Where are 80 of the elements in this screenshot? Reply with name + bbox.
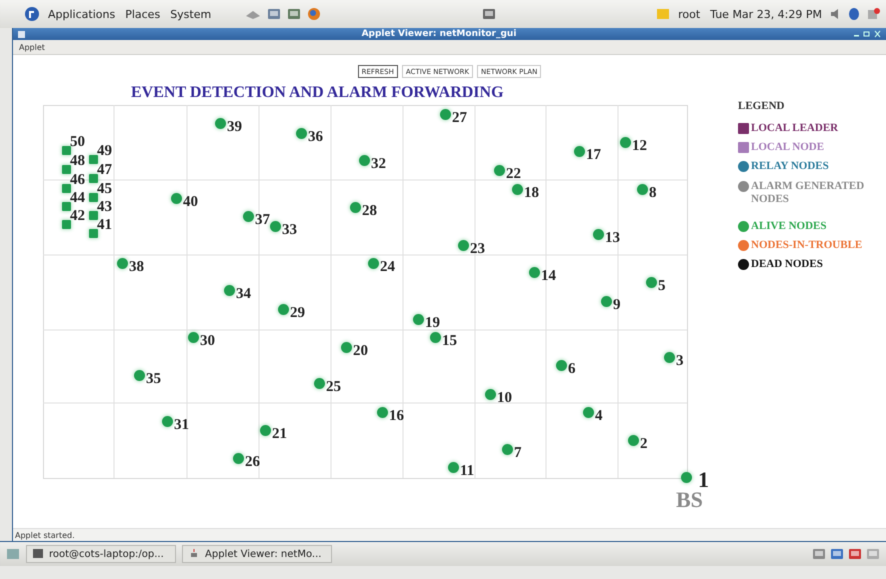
- workspace-icon[interactable]: [830, 547, 844, 561]
- node-label: 42: [70, 209, 85, 224]
- node-label: 41: [97, 218, 112, 233]
- node-label: 20: [353, 344, 368, 359]
- node-label: 14: [541, 269, 556, 284]
- legend-label: ALIVE NODES: [751, 220, 828, 234]
- node-label: 39: [227, 120, 242, 135]
- taskbar-button[interactable]: Applet Viewer: netMo...: [182, 545, 332, 563]
- clock[interactable]: Tue Mar 23, 4:29 PM: [708, 8, 824, 20]
- node-label: 49: [97, 144, 112, 159]
- node-label: 24: [380, 260, 395, 275]
- panel-menu[interactable]: Places: [123, 8, 162, 20]
- legend-label: LOCAL LEADER: [751, 122, 840, 136]
- node-label: 47: [97, 163, 112, 178]
- node-label: 45: [97, 182, 112, 197]
- node-label: 17: [586, 148, 601, 163]
- legend-label: LOCAL NODE: [751, 141, 826, 154]
- window-title: Applet Viewer: netMonitor_gui: [360, 29, 518, 39]
- node-label: 32: [371, 157, 386, 172]
- base-station-label: BS: [676, 489, 703, 511]
- node-label: 11: [460, 464, 474, 479]
- status-text: Applet started.: [15, 530, 75, 540]
- terminal-icon: [33, 549, 43, 559]
- node-label: 16: [389, 409, 404, 424]
- node-label: 7: [514, 446, 522, 461]
- node-label: 34: [236, 287, 251, 302]
- node-label: 43: [97, 200, 112, 215]
- node-label: 48: [70, 154, 85, 169]
- node-label: 6: [568, 362, 576, 377]
- node-label: 2: [640, 437, 648, 452]
- node-label: 37: [255, 213, 270, 228]
- node-label: 9: [613, 298, 620, 313]
- node-label: 25: [326, 380, 341, 395]
- user-name[interactable]: root: [676, 8, 702, 20]
- terminal-icon[interactable]: [482, 7, 496, 21]
- workspace-icon[interactable]: [848, 547, 862, 561]
- node-label: 31: [174, 418, 189, 433]
- node-label: 46: [70, 173, 85, 188]
- node-label: 44: [70, 191, 85, 206]
- node-label: 40: [183, 195, 198, 210]
- node-label: 1: [698, 469, 709, 491]
- node-label: 33: [282, 223, 297, 238]
- node-label: 26: [245, 455, 260, 470]
- legend-label: ALARM GENERATED NODES: [751, 180, 866, 206]
- workspace-icon[interactable]: [812, 547, 826, 561]
- calculator-icon[interactable]: [287, 7, 302, 21]
- legend-title: LEGEND: [738, 100, 786, 112]
- node-label: 22: [506, 167, 521, 182]
- node-label: 15: [442, 334, 457, 349]
- monitor-icon[interactable]: [267, 7, 282, 21]
- node-label: 36: [308, 130, 323, 145]
- node-label: 35: [146, 372, 161, 387]
- node-label: 27: [452, 111, 467, 126]
- node-label: 5: [658, 279, 666, 294]
- node-label: 8: [649, 186, 656, 201]
- legend-label: NODES-IN-TROUBLE: [751, 239, 864, 252]
- legend-label: RELAY NODES: [751, 160, 830, 174]
- window-menu-icon[interactable]: [17, 30, 26, 38]
- taskbar-button[interactable]: root@cots-laptop:/op...: [26, 545, 176, 563]
- node-label: 21: [272, 427, 287, 442]
- panel-menu[interactable]: Applications: [46, 8, 118, 20]
- node-label: 3: [676, 354, 684, 369]
- page-heading: EVENT DETECTION AND ALARM FORWARDING: [130, 83, 505, 103]
- node-label: 19: [425, 316, 440, 331]
- node-label: 12: [632, 139, 647, 154]
- node-label: 30: [200, 334, 215, 349]
- legend-label: DEAD NODES: [751, 258, 824, 272]
- node-label: 28: [362, 204, 377, 219]
- window-controls-icon[interactable]: [852, 30, 882, 38]
- node-label: 23: [470, 242, 485, 257]
- node-label: 29: [290, 306, 305, 321]
- node-label: 10: [497, 391, 512, 406]
- node-label: 4: [595, 409, 602, 424]
- node-label: 38: [129, 260, 144, 275]
- node-label: 18: [524, 186, 539, 201]
- node-label: 50: [70, 135, 85, 150]
- menu-item[interactable]: Applet: [19, 42, 45, 52]
- node-label: 13: [605, 231, 620, 246]
- panel-menu[interactable]: System: [168, 8, 214, 20]
- globe-icon[interactable]: [307, 7, 322, 21]
